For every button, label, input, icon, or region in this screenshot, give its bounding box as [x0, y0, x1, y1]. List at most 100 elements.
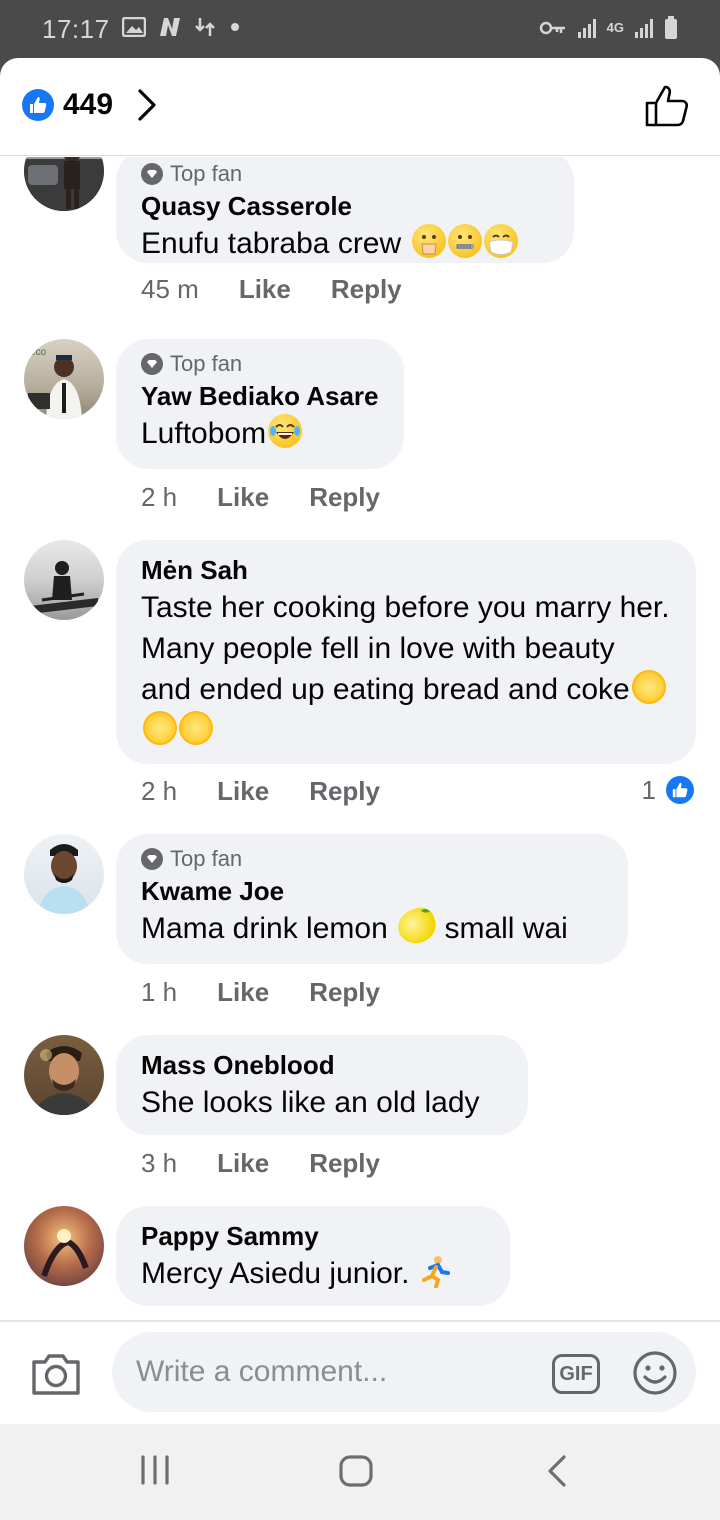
battery-icon	[665, 16, 677, 39]
comment-text-body: Luftobom	[141, 417, 267, 450]
comment-text: Luftobom	[141, 413, 379, 454]
reply-button[interactable]: Reply	[309, 776, 380, 807]
comment-composer: GIF	[0, 1320, 720, 1424]
status-left-icons	[122, 16, 240, 38]
camera-icon[interactable]	[30, 1352, 82, 1396]
diamond-icon	[141, 353, 163, 375]
comment-text: She looks like an old lady	[141, 1086, 480, 1119]
avatar[interactable]: eco	[24, 339, 104, 419]
reply-button[interactable]: Reply	[309, 1148, 380, 1179]
comment-bubble[interactable]: Mėn Sah Taste her cooking before you mar…	[116, 540, 696, 764]
comment-author[interactable]: Quasy Casserole	[141, 189, 549, 223]
comment-bubble[interactable]: Top fan Quasy Casserole Enufu tabraba cr…	[116, 157, 574, 263]
sun-face-emoji	[179, 711, 213, 745]
comment-like-count[interactable]: 1	[642, 774, 696, 806]
top-fan-label: Top fan	[170, 846, 243, 871]
comment-text: Mercy Asiedu junior.	[141, 1253, 485, 1294]
avatar[interactable]	[24, 834, 104, 914]
hand-over-mouth-emoji	[411, 224, 446, 258]
comment-text: Enufu tabraba crew	[141, 223, 549, 264]
home-icon[interactable]	[338, 1454, 374, 1488]
comment-text-body: Mercy Asiedu junior.	[141, 1257, 410, 1290]
gif-button[interactable]: GIF	[552, 1354, 600, 1394]
mask-face-emoji	[483, 224, 518, 258]
comment-text: Taste her cooking before you marry her. …	[141, 587, 671, 751]
comment-time: 45 m	[141, 274, 199, 304]
chevron-right-icon[interactable]	[136, 88, 158, 122]
like-button[interactable]: Like	[217, 977, 269, 1008]
image-icon	[122, 17, 146, 37]
key-icon	[539, 21, 565, 35]
comment-actions: 3 h Like Reply	[141, 1148, 380, 1179]
sun-face-emoji	[143, 711, 177, 745]
avatar[interactable]	[24, 540, 104, 620]
like-reaction-icon[interactable]	[22, 89, 54, 121]
comment-text-before: Mama drink lemon	[141, 912, 388, 945]
comment-author[interactable]: Mass Oneblood	[141, 1048, 503, 1082]
comment: Mėn Sah Taste her cooking before you mar…	[0, 540, 720, 830]
n-app-icon	[160, 18, 180, 36]
comment-actions: 1 h Like Reply	[141, 977, 380, 1008]
top-fan-badge: Top fan	[141, 161, 549, 187]
comment-text: Mama drink lemon small wai	[141, 903, 603, 949]
like-button[interactable]: Like	[217, 1148, 269, 1179]
comment-author[interactable]: Mėn Sah	[141, 553, 671, 587]
sheet-header: 449	[0, 58, 720, 156]
sun-face-emoji	[631, 670, 666, 704]
comment-author[interactable]: Pappy Sammy	[141, 1219, 485, 1253]
comments-sheet: 449 Top fan Quasy Casserole Enufu tabrab…	[0, 58, 720, 1424]
comment-time: 1 h	[141, 977, 178, 1007]
comment: Top fan Kwame Joe Mama drink lemon small…	[0, 834, 720, 1024]
back-icon[interactable]	[544, 1454, 570, 1488]
comment-bubble[interactable]: Top fan Kwame Joe Mama drink lemon small…	[116, 834, 628, 964]
comment: Mass Oneblood She looks like an old lady…	[0, 1035, 720, 1205]
like-count-value: 1	[641, 774, 656, 805]
comment-author[interactable]: Yaw Bediako Asare	[141, 379, 379, 413]
comment: Pappy Sammy Mercy Asiedu junior.	[0, 1206, 720, 1320]
comment-text-body: Taste her cooking before you marry her. …	[141, 591, 670, 706]
like-button[interactable]: Like	[239, 274, 291, 305]
diamond-icon	[141, 163, 163, 185]
running-person-emoji	[418, 1254, 452, 1289]
svg-text:eco: eco	[30, 347, 47, 358]
comment-text-after: small wai	[444, 912, 568, 945]
avatar[interactable]	[24, 1035, 104, 1115]
comment-time: 2 h	[141, 776, 178, 806]
reply-button[interactable]: Reply	[309, 977, 380, 1008]
comment-time: 3 h	[141, 1148, 178, 1178]
comment-list: Top fan Quasy Casserole Enufu tabraba cr…	[0, 157, 720, 1320]
recent-apps-icon[interactable]	[138, 1454, 172, 1486]
comment-bubble[interactable]: Mass Oneblood She looks like an old lady	[116, 1035, 528, 1135]
comment-time: 2 h	[141, 482, 178, 512]
top-fan-label: Top fan	[170, 351, 243, 376]
tears-of-joy-emoji	[268, 414, 303, 448]
avatar[interactable]	[24, 1206, 104, 1286]
emoji-icon[interactable]	[632, 1350, 678, 1396]
data-transfer-icon	[195, 18, 215, 36]
avatar[interactable]	[24, 157, 104, 211]
comment-text-body: Enufu tabraba crew	[141, 227, 402, 260]
like-button[interactable]: Like	[217, 776, 269, 807]
comment-actions: 2 h Like Reply	[141, 776, 380, 807]
status-right-icons: 4G	[539, 16, 678, 40]
zipper-mouth-emoji	[447, 224, 482, 258]
comment-actions: 45 m Like Reply	[141, 274, 402, 305]
reaction-count[interactable]: 449	[63, 88, 113, 122]
4g-icon: 4G	[606, 20, 624, 35]
dot-icon	[231, 23, 239, 31]
comment-actions: 2 h Like Reply	[141, 482, 380, 513]
system-nav-bar	[0, 1424, 720, 1520]
like-reaction-icon	[664, 774, 696, 806]
status-time: 17:17	[42, 14, 110, 44]
comment-input[interactable]	[112, 1332, 696, 1412]
comment-author[interactable]: Kwame Joe	[141, 874, 603, 908]
reply-button[interactable]: Reply	[331, 274, 402, 305]
top-fan-badge: Top fan	[141, 846, 603, 872]
lemon-emoji	[393, 903, 441, 949]
thumbs-up-icon[interactable]	[644, 84, 690, 128]
reply-button[interactable]: Reply	[309, 482, 380, 513]
like-button[interactable]: Like	[217, 482, 269, 513]
comment-bubble[interactable]: Top fan Yaw Bediako Asare Luftobom	[116, 339, 404, 469]
comment-bubble[interactable]: Pappy Sammy Mercy Asiedu junior.	[116, 1206, 510, 1306]
diamond-icon	[141, 848, 163, 870]
